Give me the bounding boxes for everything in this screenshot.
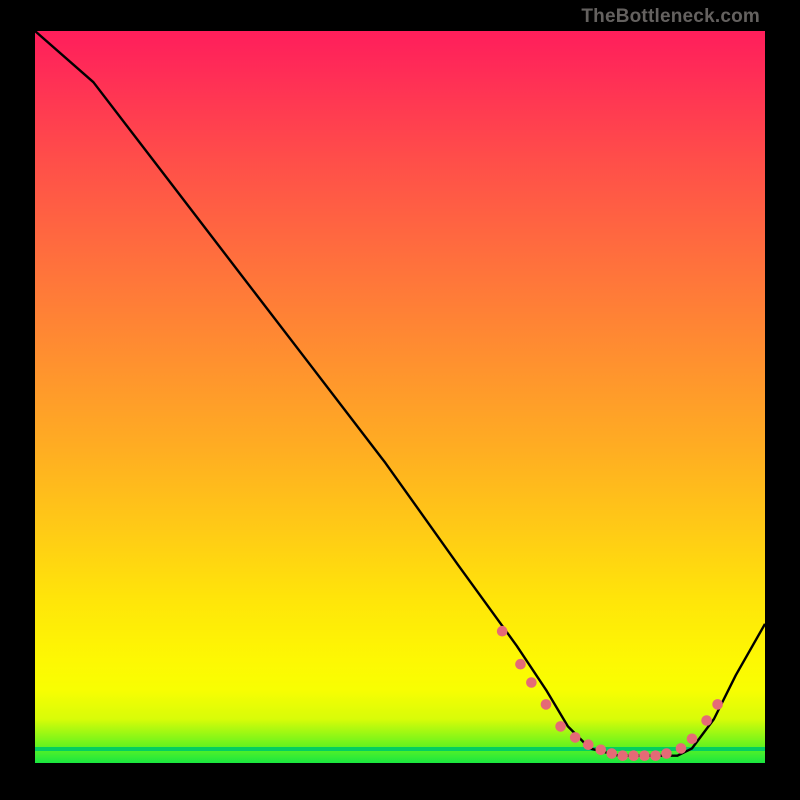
chart-stage: TheBottleneck.com: [0, 0, 800, 800]
data-dot: [570, 732, 581, 743]
data-dot: [606, 748, 617, 759]
data-dot: [628, 750, 639, 761]
data-dot: [676, 743, 687, 754]
data-dot: [541, 699, 552, 710]
data-dot: [712, 699, 723, 710]
data-dot: [661, 748, 672, 759]
data-dot: [515, 659, 526, 670]
data-dot: [701, 715, 712, 726]
bottleneck-curve: [35, 31, 765, 756]
data-dot: [583, 739, 594, 750]
data-dot: [526, 677, 537, 688]
data-dot: [650, 750, 661, 761]
data-dot: [617, 750, 628, 761]
curve-layer: [35, 31, 765, 763]
data-dot: [555, 721, 566, 732]
data-dot: [596, 745, 607, 756]
data-dot: [639, 750, 650, 761]
data-dot: [687, 734, 698, 745]
attribution-text: TheBottleneck.com: [581, 6, 760, 28]
data-dot: [497, 626, 508, 637]
